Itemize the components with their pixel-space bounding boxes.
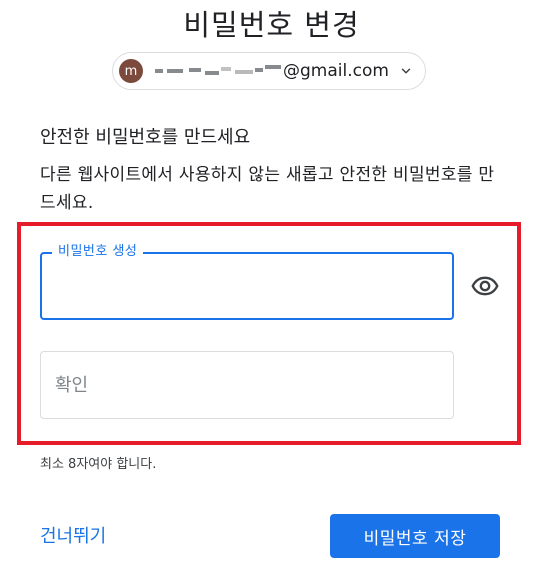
account-chip[interactable]: m @gmail.com bbox=[112, 52, 426, 90]
email-domain: @gmail.com bbox=[283, 61, 389, 81]
masked-username bbox=[155, 64, 283, 78]
chevron-down-icon bbox=[401, 68, 411, 74]
new-password-label: 비밀번호 생성 bbox=[52, 243, 144, 261]
skip-link[interactable]: 건너뛰기 bbox=[40, 522, 106, 548]
eye-icon bbox=[471, 276, 499, 296]
new-password-field[interactable]: 비밀번호 생성 bbox=[40, 243, 454, 320]
show-password-toggle[interactable] bbox=[469, 270, 501, 302]
confirm-password-field[interactable] bbox=[40, 351, 454, 419]
section-description: 다른 웹사이트에서 사용하지 않는 새롭고 안전한 비밀번호를 만드세요. bbox=[40, 165, 495, 213]
confirm-password-input[interactable] bbox=[41, 352, 453, 418]
page-title: 비밀번호 변경 bbox=[183, 8, 360, 42]
avatar: m bbox=[119, 59, 143, 83]
new-password-input[interactable] bbox=[42, 254, 452, 318]
section-heading: 안전한 비밀번호를 만드세요 bbox=[40, 127, 251, 148]
password-helper-text: 최소 8자여야 합니다. bbox=[40, 457, 157, 472]
save-password-button[interactable]: 비밀번호 저장 bbox=[330, 514, 500, 558]
